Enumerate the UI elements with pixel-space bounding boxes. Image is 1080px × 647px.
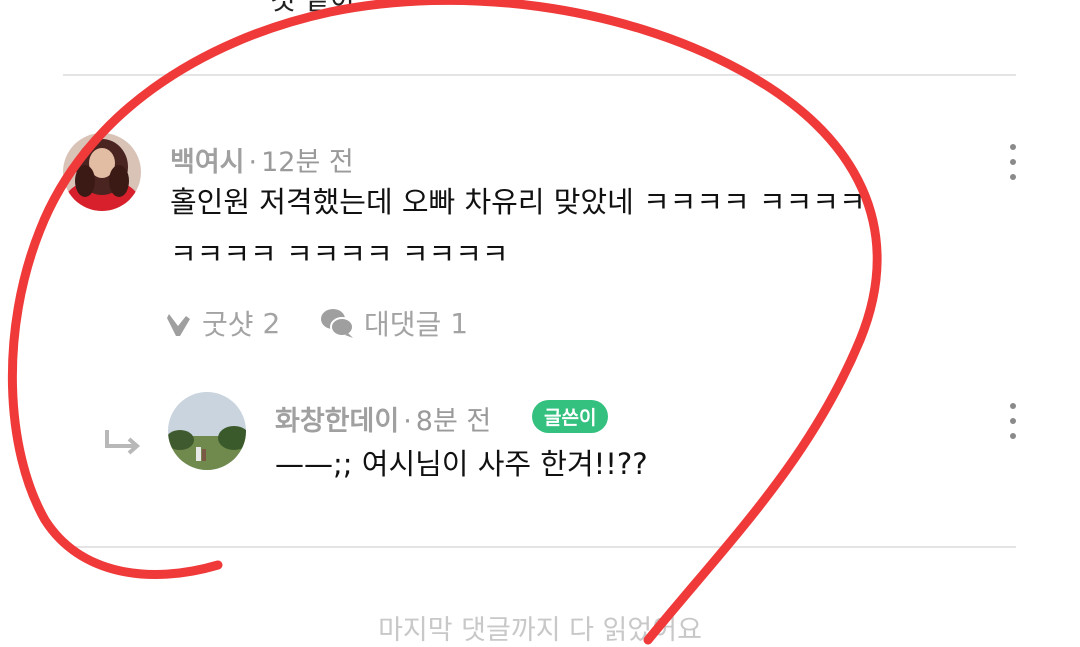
golf-swing-icon: [167, 314, 190, 336]
comment-meta: 백여시 · 12분 전: [170, 140, 354, 179]
author-name[interactable]: 화창한데이: [275, 406, 399, 437]
meta-separator: ·: [403, 406, 412, 437]
previous-comment-text: 것 같아: [270, 0, 356, 18]
like-button[interactable]: 굿샷 2: [166, 303, 280, 343]
writer-badge: 글쓴이: [532, 400, 609, 433]
reply-meta: 화창한데이 · 8분 전: [275, 399, 491, 438]
like-label: 굿샷: [202, 308, 254, 341]
reply-label: 대댓글: [364, 308, 442, 341]
like-count: 2: [262, 306, 281, 340]
reply-count: 1: [450, 306, 469, 340]
more-options-icon[interactable]: [1003, 401, 1023, 441]
end-of-comments-text: 마지막 댓글까지 다 읽었어요: [378, 615, 702, 646]
comment-text-line: ㅋㅋㅋㅋ ㅋㅋㅋㅋ ㅋㅋㅋㅋ: [170, 237, 509, 271]
reply-time: 8분 전: [415, 406, 492, 437]
reply-button[interactable]: 대댓글 1: [320, 303, 468, 343]
comment-time: 12분 전: [261, 147, 354, 178]
red-scribble-annotation: [7, 0, 882, 645]
avatar[interactable]: [63, 133, 141, 211]
comment-text: 홀인원 저격했는데 오빠 차유리 맞았네 ㅋㅋㅋㅋ ㅋㅋㅋㅋ ㅋㅋㅋㅋ ㅋㅋㅋㅋ…: [170, 176, 1030, 280]
divider-bottom: [63, 546, 1016, 548]
chat-bubble-icon: [321, 309, 354, 338]
reply-text: ——;; 여시님이 사주 한겨!!??: [275, 447, 648, 481]
comment-text-line: 홀인원 저격했는데 오빠 차유리 맞았네 ㅋㅋㅋㅋ ㅋㅋㅋㅋ: [170, 185, 866, 219]
author-name[interactable]: 백여시: [170, 147, 245, 178]
reply-arrow-icon: [105, 430, 141, 455]
avatar[interactable]: [168, 392, 246, 470]
divider-top: [63, 74, 1016, 76]
meta-separator: ·: [248, 147, 258, 178]
